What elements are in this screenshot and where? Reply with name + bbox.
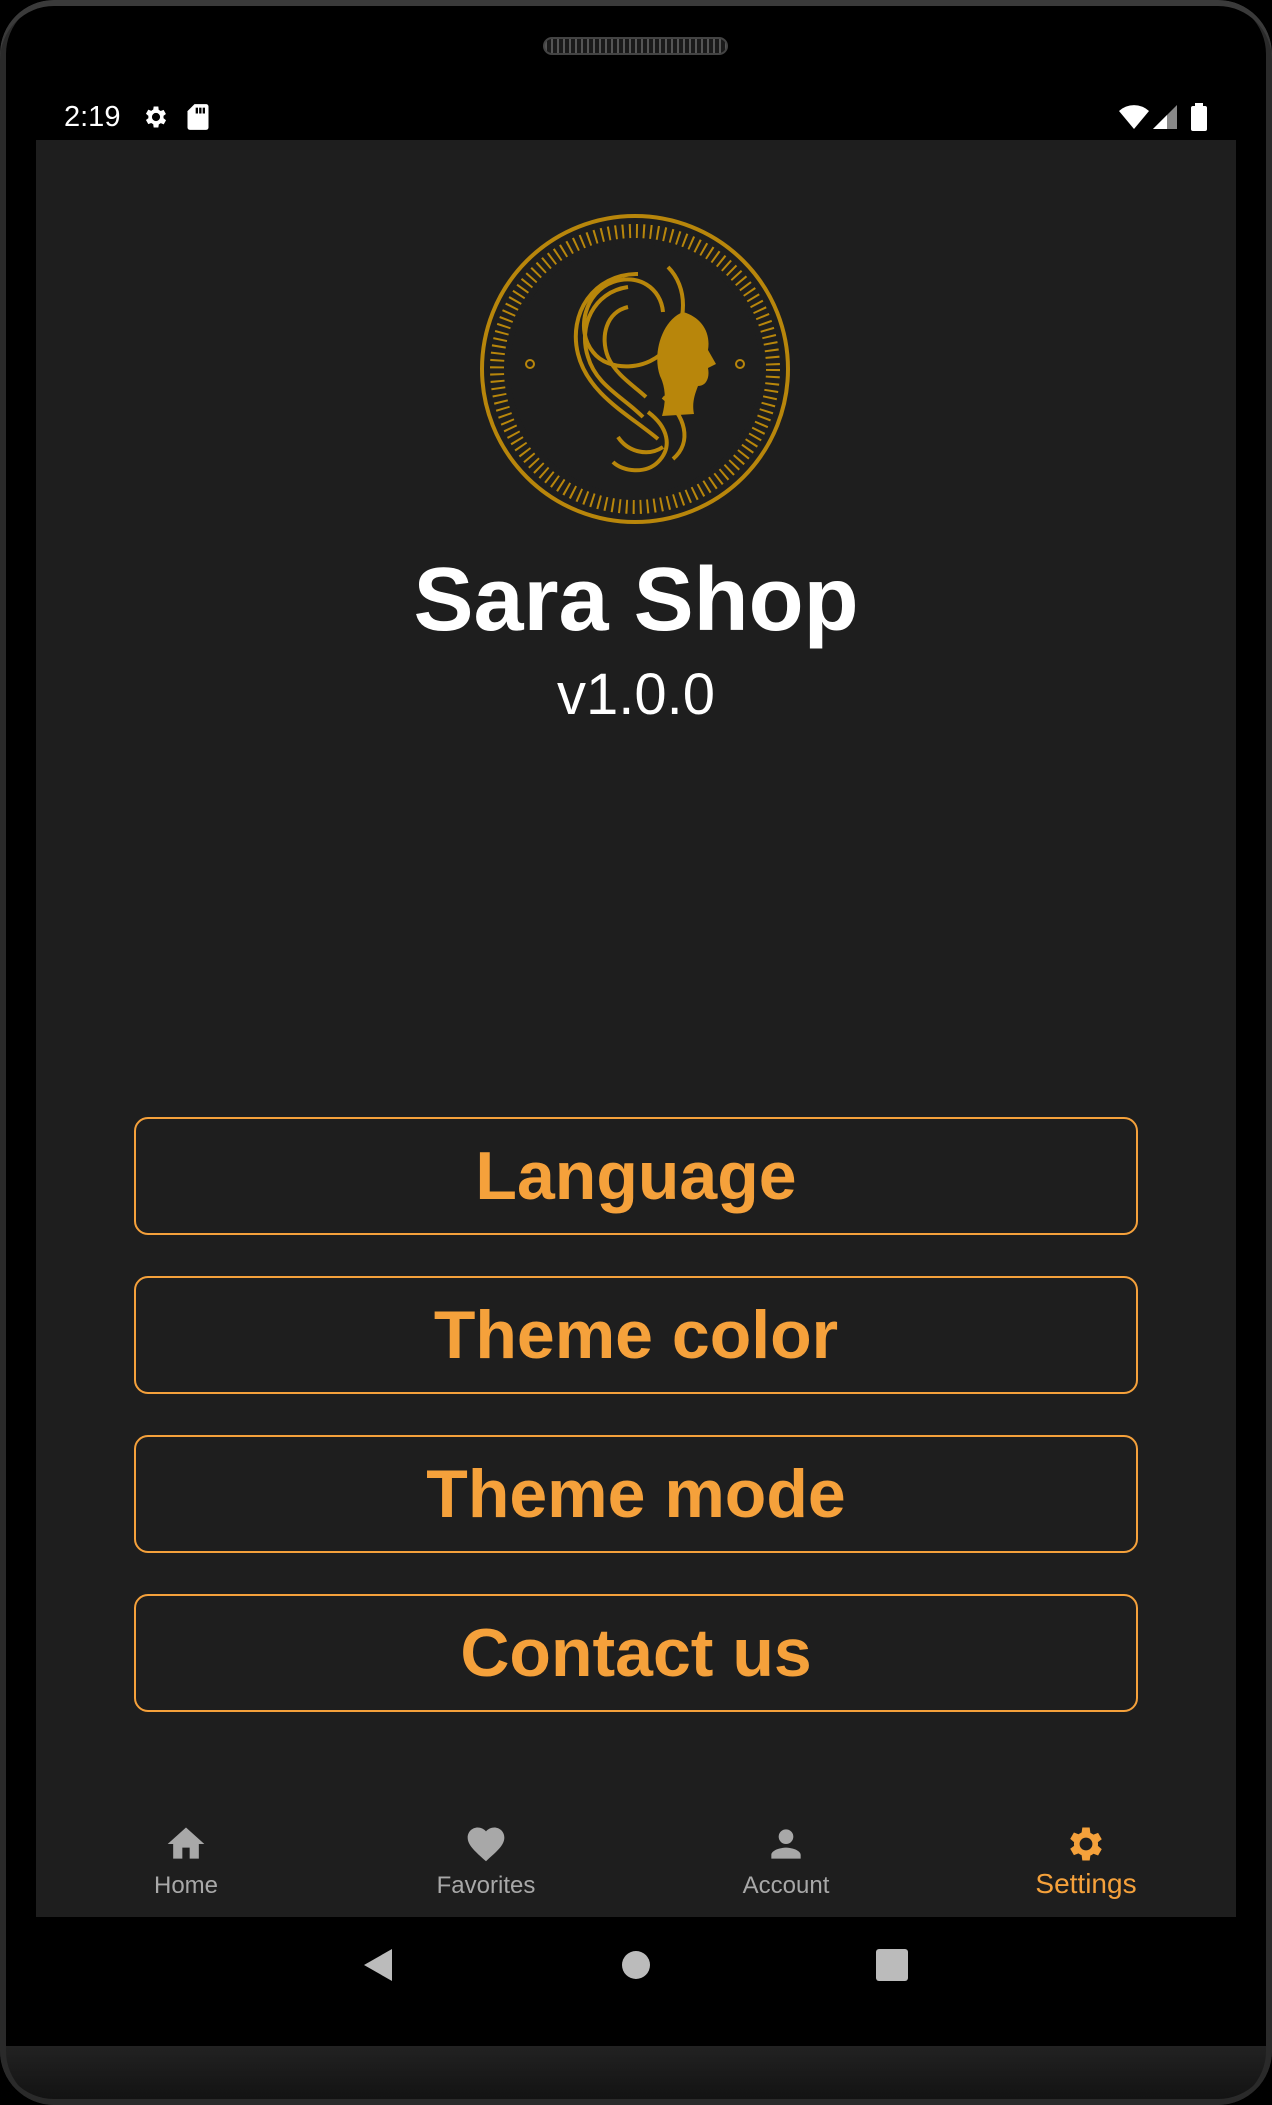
contact-us-button[interactable]: Contact us [134,1594,1138,1712]
recents-icon[interactable] [872,1945,912,1985]
gear-icon [1064,1822,1108,1866]
signal-icon [1152,103,1178,136]
back-icon[interactable] [360,1945,400,1985]
app-title: Sara Shop [413,550,859,650]
status-time: 2:19 [64,101,121,133]
system-navigation-bar [36,1917,1236,2013]
bottom-navigation: Home Favorites Account Settings [36,1800,1236,1917]
device-frame: 2:19 Sara Shop v1.0.0 Language Theme col… [0,0,1272,2105]
settings-screen: Sara Shop v1.0.0 Language Theme color Th… [36,140,1236,1917]
wifi-icon [1118,103,1150,136]
theme-mode-button[interactable]: Theme mode [134,1435,1138,1553]
nav-label-home: Home [153,1872,219,1899]
device-chin [0,2046,1272,2105]
nav-label-settings: Settings [1035,1868,1137,1899]
battery-icon [1190,103,1208,136]
language-button[interactable]: Language [134,1117,1138,1235]
nav-item-favorites[interactable]: Favorites [336,1800,636,1917]
sd-card-icon [186,103,210,136]
heart-icon [464,1822,508,1866]
settings-icon [142,103,170,136]
app-version: v1.0.0 [557,662,715,727]
nav-item-settings[interactable]: Settings [936,1800,1236,1917]
nav-item-account[interactable]: Account [636,1800,936,1917]
speaker-grille [543,37,728,55]
theme-color-button[interactable]: Theme color [134,1276,1138,1394]
nav-item-home[interactable]: Home [36,1800,336,1917]
home-icon [164,1822,208,1866]
status-bar: 2:19 [36,95,1236,139]
nav-label-account: Account [742,1872,830,1899]
sara-shop-logo [478,212,792,526]
nav-label-favorites: Favorites [436,1872,536,1899]
person-icon [764,1822,808,1866]
home-circle-icon[interactable] [616,1945,656,1985]
